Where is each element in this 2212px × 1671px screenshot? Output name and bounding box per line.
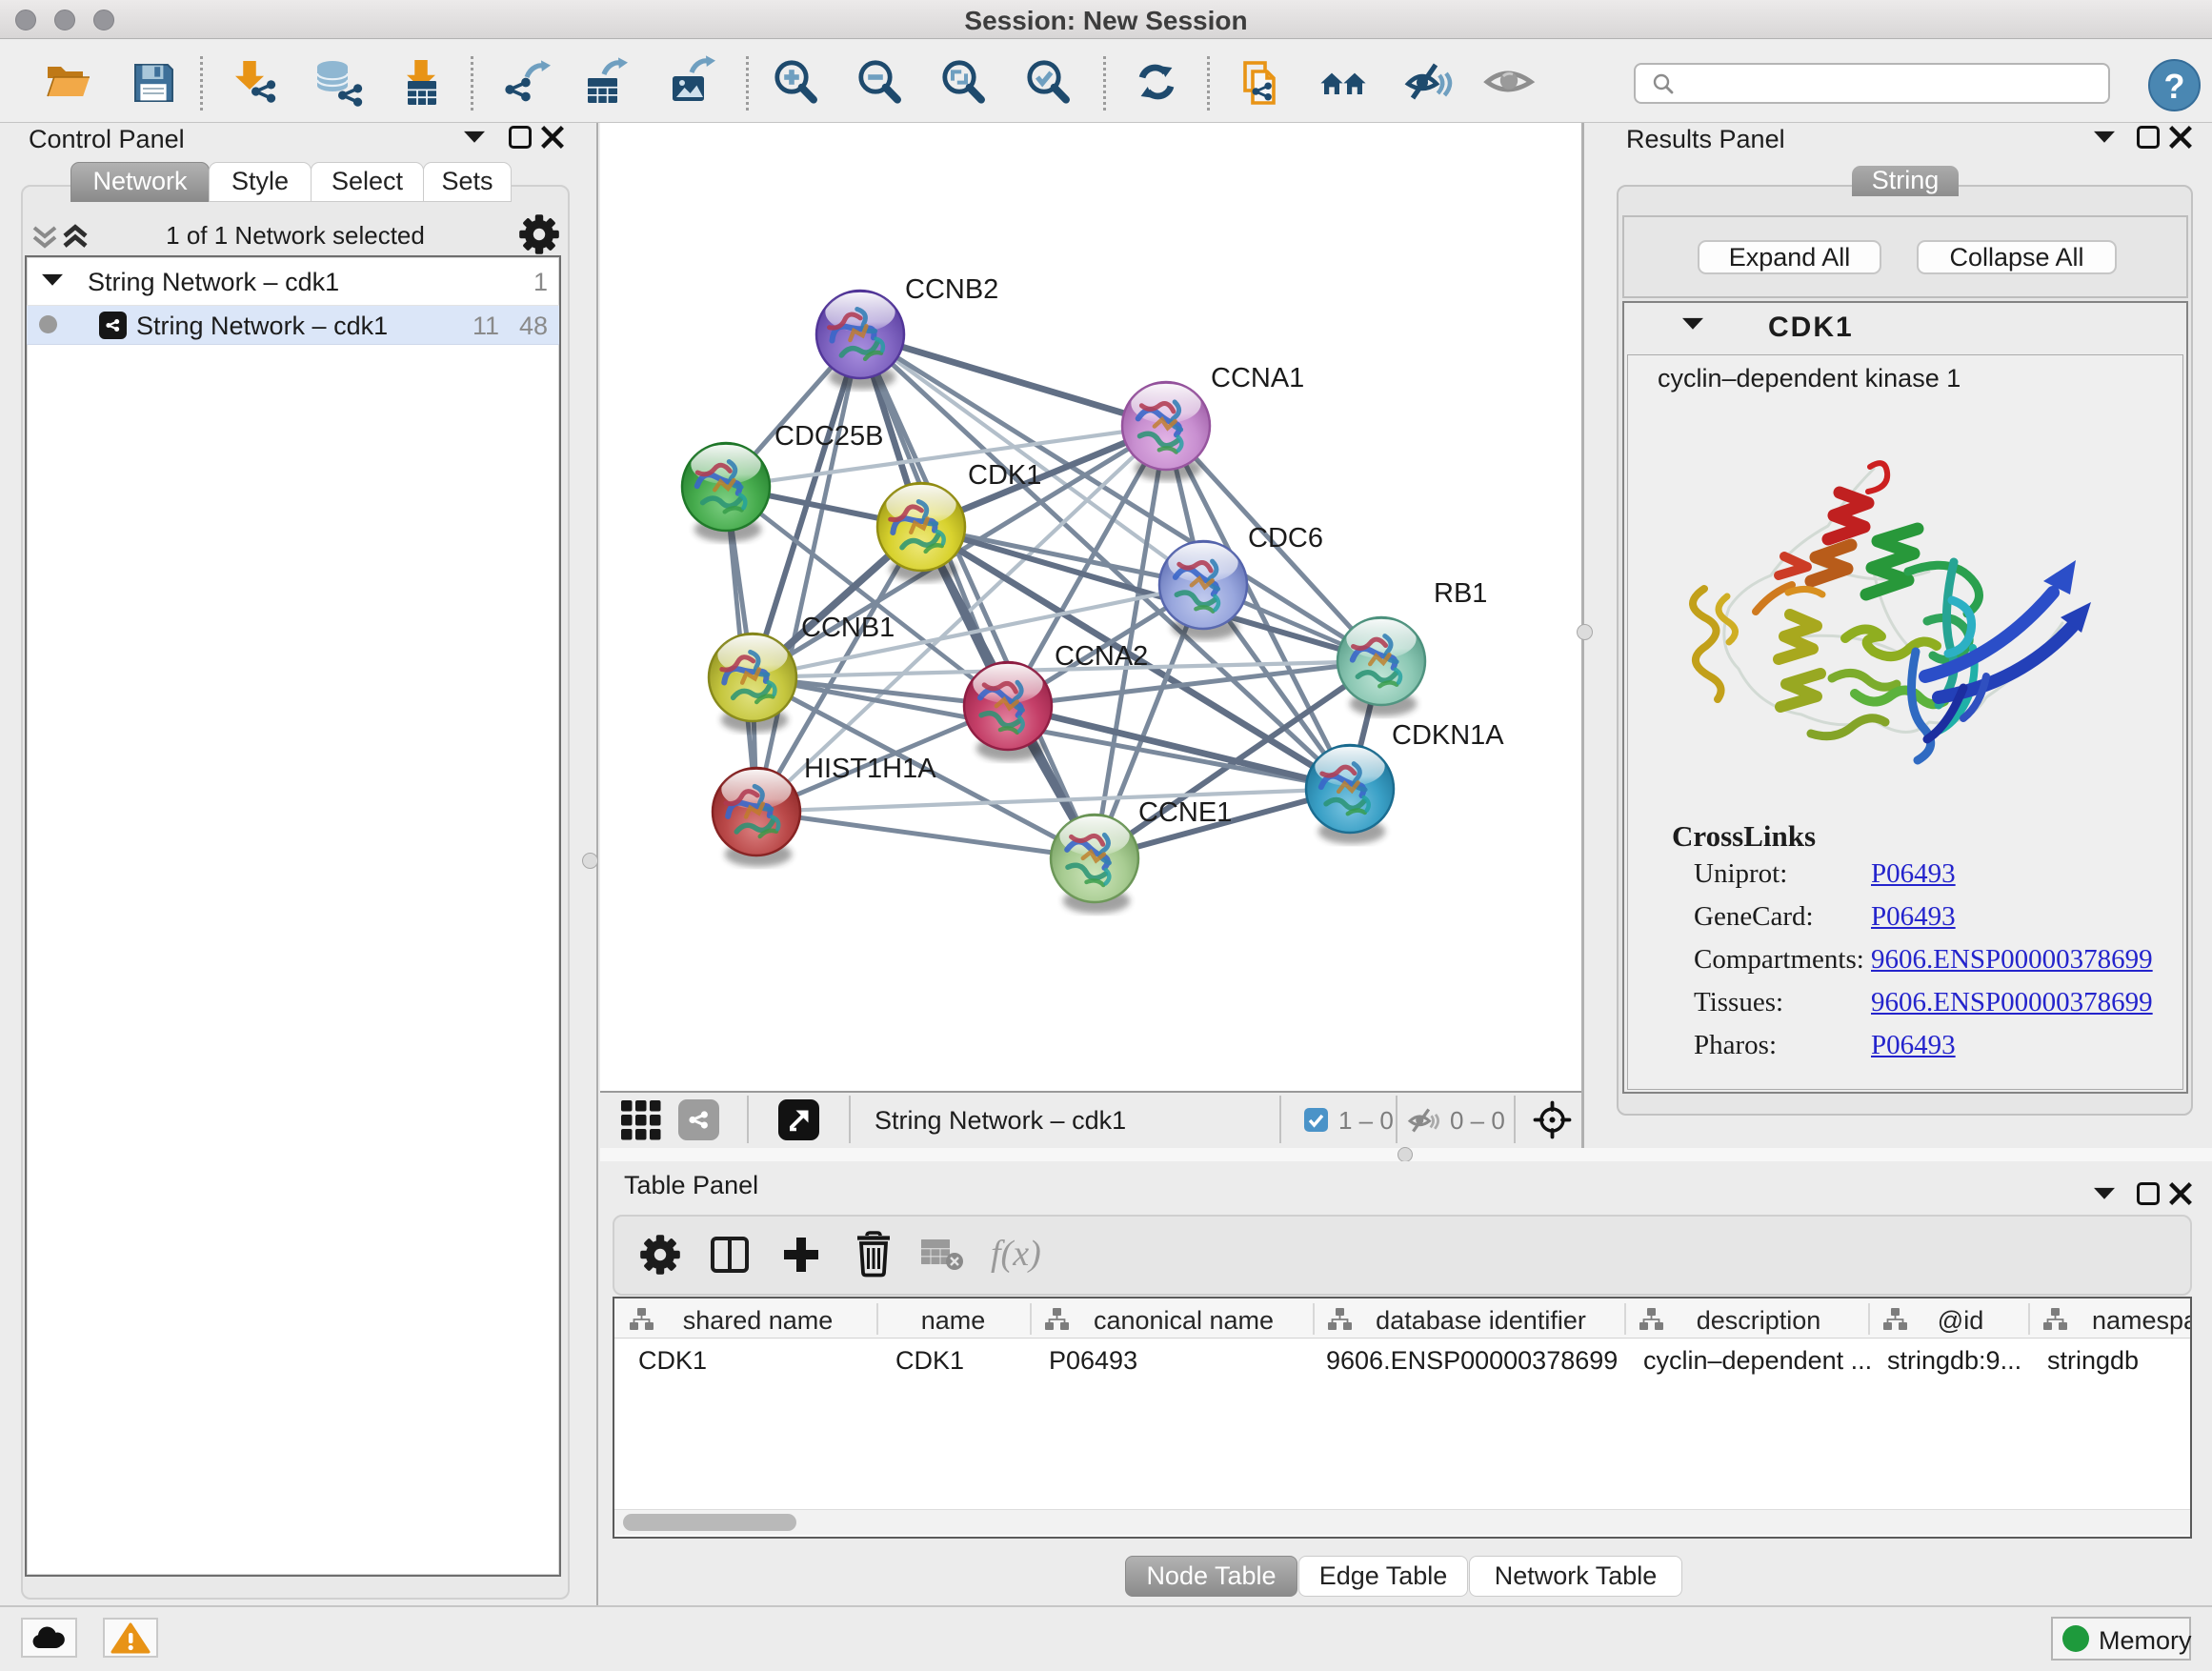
svg-text:CDC25B: CDC25B bbox=[774, 421, 883, 452]
svg-text:CDC6: CDC6 bbox=[1248, 523, 1323, 554]
svg-text:CDK1: CDK1 bbox=[968, 460, 1041, 491]
svg-text:CDKN1A: CDKN1A bbox=[1392, 720, 1504, 751]
svg-text:CCNA1: CCNA1 bbox=[1211, 363, 1304, 393]
svg-text:HIST1H1A: HIST1H1A bbox=[804, 754, 936, 784]
svg-text:CCNA2: CCNA2 bbox=[1055, 641, 1148, 672]
svg-text:CCNB1: CCNB1 bbox=[801, 613, 895, 643]
svg-text:CCNB2: CCNB2 bbox=[905, 274, 998, 305]
svg-text:CCNE1: CCNE1 bbox=[1138, 797, 1232, 828]
svg-text:RB1: RB1 bbox=[1434, 578, 1487, 609]
